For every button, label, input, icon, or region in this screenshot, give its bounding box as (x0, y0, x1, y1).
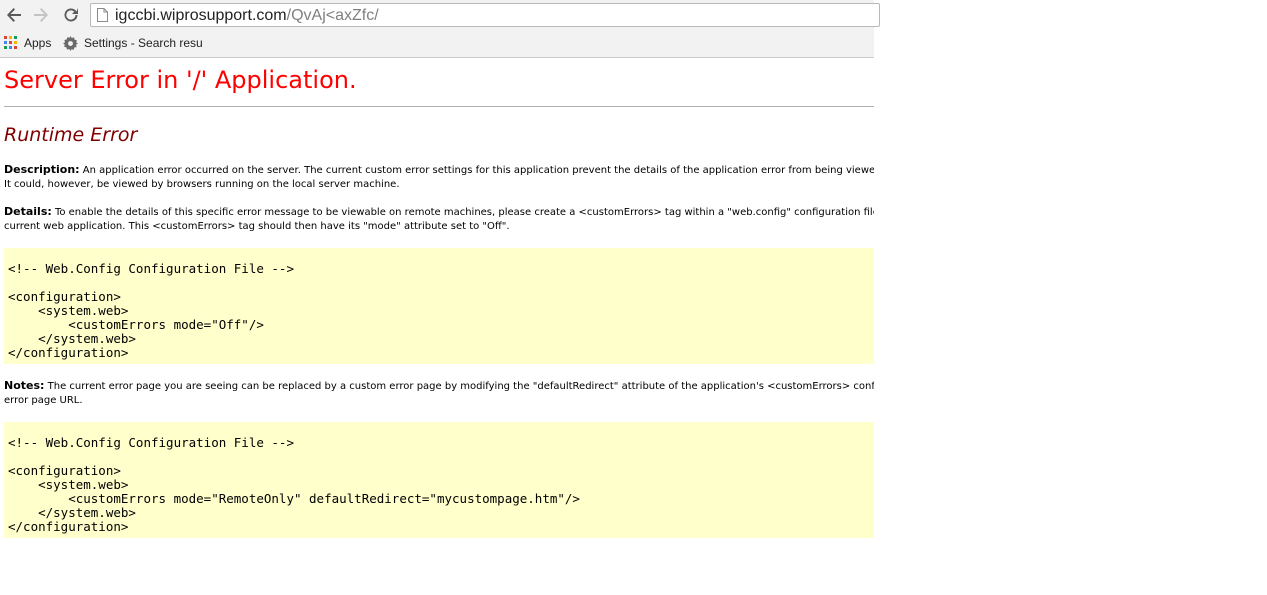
description-text: An application error occurred on the ser… (82, 165, 874, 176)
reload-icon (64, 8, 78, 22)
config-code-text-off: <!-- Web.Config Configuration File --> <… (8, 261, 294, 360)
back-arrow-icon (7, 8, 21, 22)
page-title: Server Error in '/' Application. (4, 66, 357, 94)
details-text: To enable the details of this specific e… (54, 207, 874, 218)
notes-text-continued: error page URL. (4, 395, 83, 406)
bookmark-settings[interactable]: Settings - Search resu (63, 34, 203, 52)
browser-toolbar: igccbi.wiprosupport.com/QvAj<axZfc/ (0, 0, 880, 31)
back-button[interactable] (4, 5, 24, 25)
description-label: Description: (4, 163, 80, 176)
notes-paragraph: Notes: The current error page you are se… (4, 379, 874, 408)
bookmarks-bar: Apps Settings - Search resu (0, 31, 874, 55)
page-icon (97, 8, 108, 22)
config-code-block-remoteonly: <!-- Web.Config Configuration File --> <… (4, 422, 874, 538)
bookmark-apps-label: Apps (24, 36, 52, 50)
forward-arrow-icon (34, 8, 48, 22)
details-label: Details: (4, 205, 52, 218)
bookmark-settings-label: Settings - Search resu (84, 36, 203, 50)
description-paragraph: Description: An application error occurr… (4, 163, 874, 192)
apps-grid-icon (4, 36, 17, 49)
browser-chrome: igccbi.wiprosupport.com/QvAj<axZfc/ Apps… (0, 0, 880, 58)
url-path: /QvAj<axZfc/ (286, 7, 379, 24)
details-text-continued: current web application. This <customErr… (4, 221, 510, 232)
description-text-continued: It could, however, be viewed by browsers… (4, 179, 400, 190)
url-host: igccbi.wiprosupport.com (115, 7, 287, 24)
notes-label: Notes: (4, 379, 45, 392)
gear-icon (63, 35, 78, 51)
page-content: Server Error in '/' Application. Runtime… (0, 58, 874, 595)
notes-text: The current error page you are seeing ca… (47, 381, 874, 392)
url-text: igccbi.wiprosupport.com/QvAj<axZfc/ (115, 7, 379, 25)
reload-button[interactable] (61, 5, 81, 25)
config-code-text-remoteonly: <!-- Web.Config Configuration File --> <… (8, 435, 580, 534)
details-paragraph: Details: To enable the details of this s… (4, 205, 874, 234)
bookmark-apps[interactable]: Apps (4, 34, 51, 52)
address-bar[interactable]: igccbi.wiprosupport.com/QvAj<axZfc/ (90, 3, 880, 27)
config-code-block-off: <!-- Web.Config Configuration File --> <… (4, 248, 874, 364)
forward-button[interactable] (31, 5, 51, 25)
error-subtitle: Runtime Error (4, 124, 138, 146)
title-divider (4, 106, 874, 107)
